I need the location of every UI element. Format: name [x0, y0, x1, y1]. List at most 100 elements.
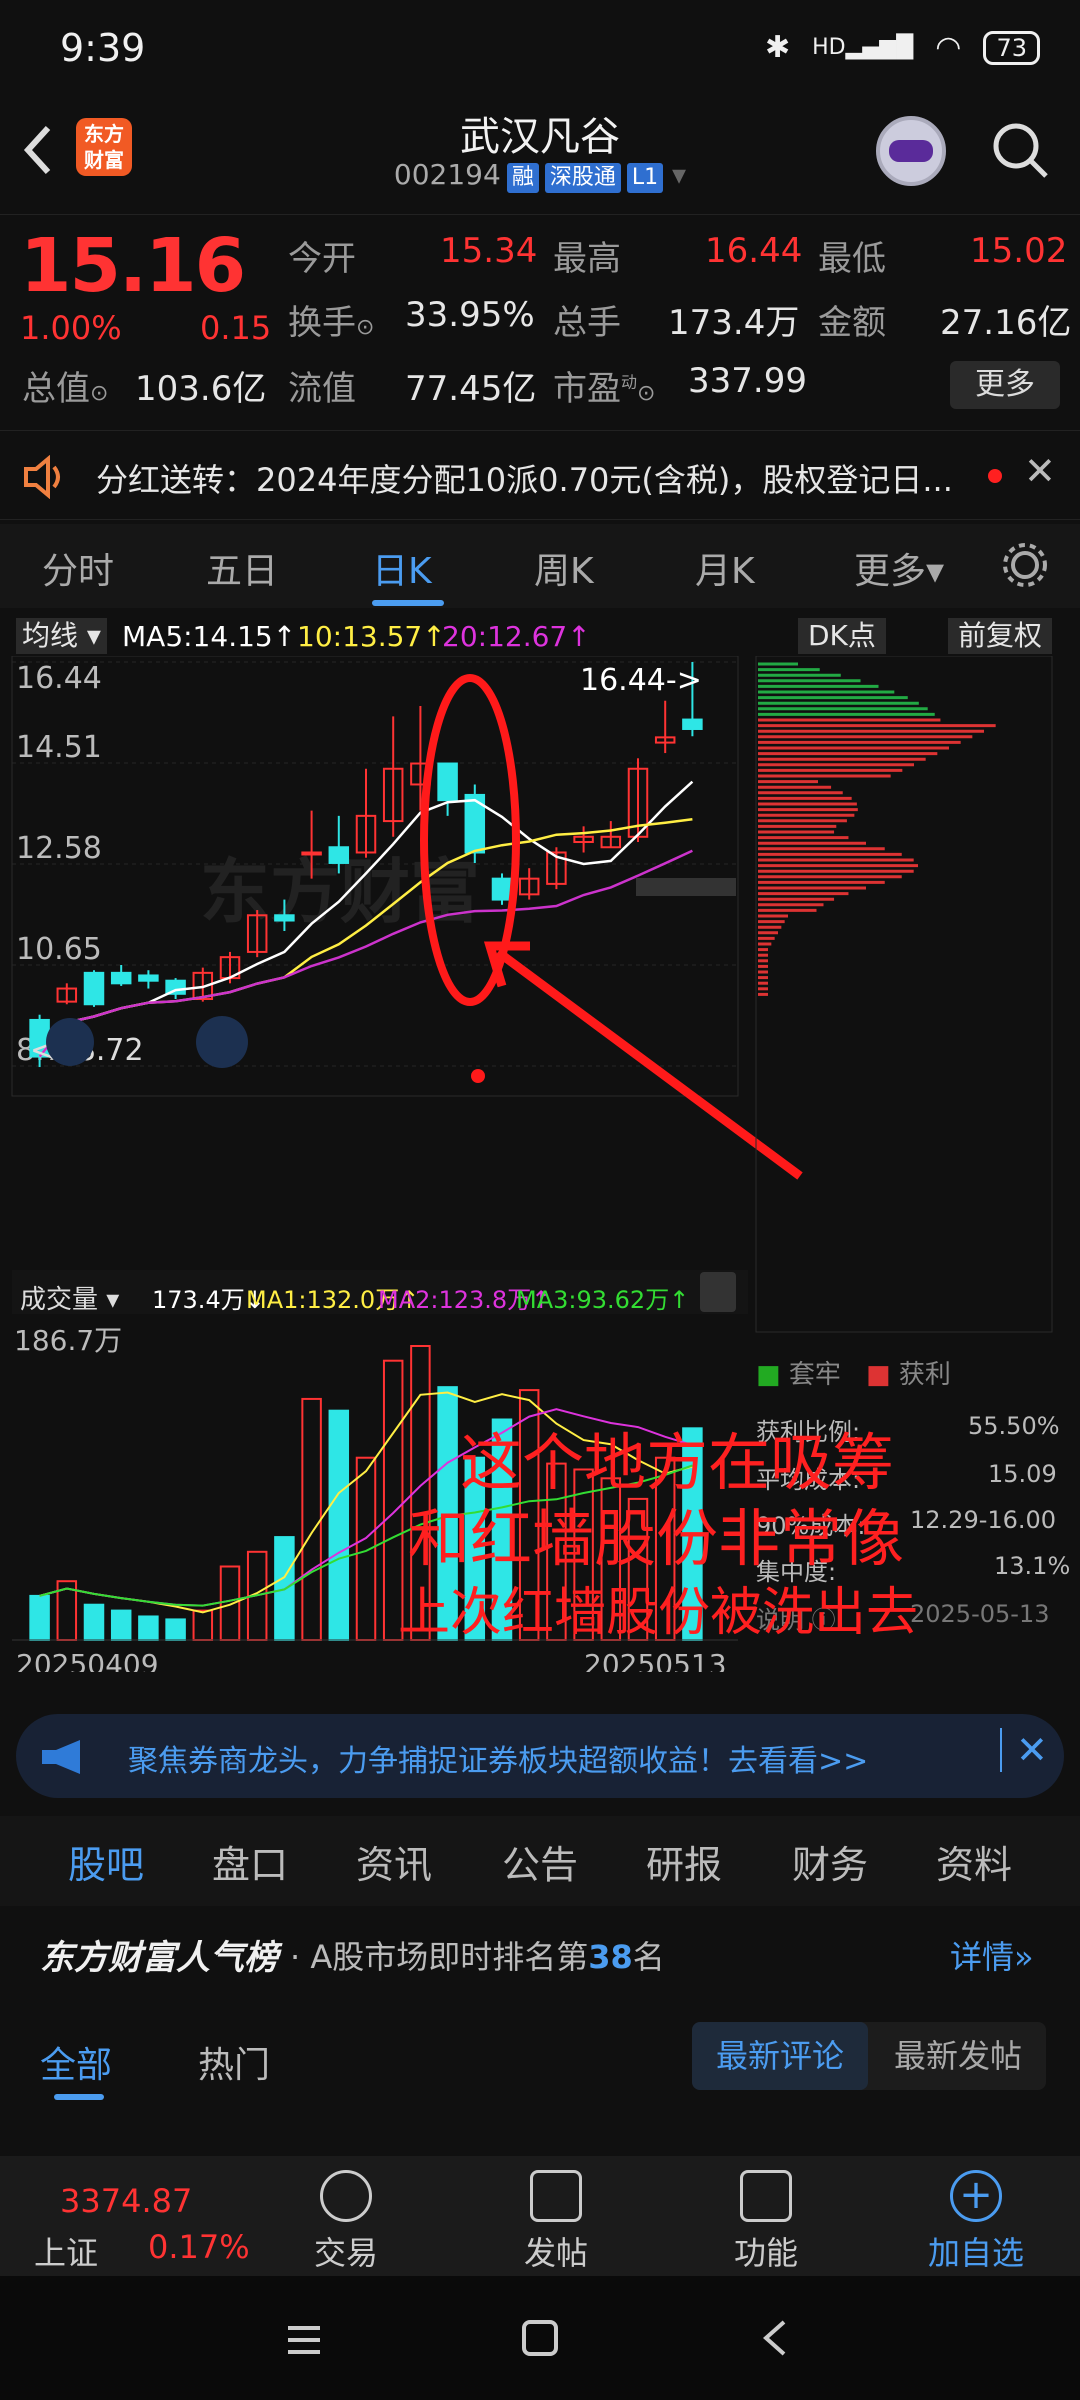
settings-gear-icon[interactable] [1000, 540, 1050, 590]
y-tick-label: 12.58 [16, 831, 102, 866]
ma10-label: 10:13.57↑ [297, 620, 446, 653]
post-filter-tabs: 全部 热门 最新评论 最新发帖 [0, 2002, 1080, 2112]
assistant-robot-icon[interactable] [876, 116, 946, 186]
volume-bar [219, 1565, 241, 1641]
volume-bar [165, 1618, 186, 1641]
collapse-button[interactable] [46, 1018, 94, 1066]
popularity-rank[interactable]: 东方财富人气榜 · A股市场即时排名第38名 详情» [0, 1910, 1080, 2000]
rank-brand: 东方财富人气榜 [40, 1938, 278, 1978]
open-value: 15.34 [440, 231, 538, 271]
adjust-button[interactable]: 前复权 [948, 618, 1053, 654]
low-value: 15.02 [970, 231, 1068, 271]
status-icons: ✱ HD▂▄▆█ ◠ 73 [765, 30, 1040, 65]
tab-monthly-k[interactable]: 月K [695, 542, 755, 594]
close-promo-button[interactable]: ✕ [1000, 1728, 1048, 1772]
y-tick-label: 10.65 [16, 932, 102, 967]
all-indicator [54, 2094, 104, 2100]
search-button[interactable] [990, 120, 1050, 180]
volume-bar [355, 1456, 377, 1641]
tab-all[interactable]: 全部 [40, 2036, 112, 2088]
last-price: 15.16 [20, 223, 246, 309]
stock-code: 002194 [393, 158, 501, 191]
ma5-label: MA5:14.15↑ [122, 620, 297, 653]
volume-bar [192, 1609, 214, 1641]
dropdown-icon: ▾ [672, 158, 687, 191]
back-nav-icon[interactable] [756, 2318, 796, 2358]
chip-date: 2025-05-13 [910, 1600, 1050, 1628]
latest-post-button[interactable]: 最新发帖 [870, 2022, 1046, 2090]
tab-research[interactable]: 研报 [646, 1834, 722, 1889]
promo-banner[interactable]: 聚焦券商龙头，力争捕捉证券板块超额收益！去看看>> ✕ [16, 1714, 1064, 1798]
tab-intraday[interactable]: 分时 [42, 542, 114, 594]
signal-icon: HD▂▄▆█ [812, 35, 914, 60]
nav-post[interactable]: 发帖 [496, 2170, 616, 2274]
chip-legend-profit: ■ 获利 [866, 1360, 951, 1390]
turnover-label: 换手⊙ [288, 303, 375, 343]
mktcap-value: 103.6亿 [135, 369, 267, 409]
volume-bar [138, 1615, 159, 1641]
tab-pankou[interactable]: 盘口 [212, 1834, 288, 1889]
volume-ma3: MA3:93.62万↑ [516, 1286, 689, 1314]
high-value: 16.44 [705, 231, 803, 271]
chip-conc-value: 13.1% [994, 1552, 1071, 1580]
ma-selector[interactable]: 均线 ▾ [16, 618, 107, 654]
tab-announcements[interactable]: 公告 [502, 1834, 578, 1889]
status-time: 9:39 [60, 26, 146, 70]
close-icon: ✕ [1024, 449, 1056, 493]
volume-bar [301, 1397, 322, 1641]
megaphone-icon [42, 1740, 80, 1774]
volume-value: 173.4万 [668, 303, 800, 343]
float-value: 77.45亿 [405, 369, 537, 409]
notice-text: 分红送转：2024年度分配10派0.70元(含税)，股权登记日... [96, 461, 953, 499]
tab-five-day[interactable]: 五日 [206, 542, 278, 594]
latest-comment-button[interactable]: 最新评论 [692, 2022, 868, 2090]
current-price-band [636, 878, 736, 896]
chart-period-tabs: 分时 五日 日K 周K 月K 更多▾ [0, 524, 1080, 608]
high-label: 最高 [553, 239, 621, 279]
tab-guba[interactable]: 股吧 [68, 1834, 144, 1889]
tab-finance[interactable]: 财务 [792, 1834, 868, 1889]
rank-text: · A股市场即时排名第38名 [290, 1938, 665, 1976]
fullscreen-button[interactable] [196, 1016, 248, 1068]
battery-icon: 73 [983, 30, 1040, 65]
dk-point-button[interactable]: DK点 [798, 618, 886, 654]
volume-max-label: 186.7万 [14, 1324, 122, 1357]
index-pct: 0.17% [148, 2228, 250, 2266]
candle-body [110, 971, 132, 985]
nav-functions[interactable]: 功能 [706, 2170, 826, 2274]
open-label: 今开 [288, 239, 356, 279]
index-name: 上证 [34, 2234, 99, 2272]
annotation-line2: 和红墙股份非常像 [408, 1502, 905, 1575]
quote-panel: 15.16 1.00% 0.15 今开 15.34 最高 16.44 最低 15… [0, 214, 1080, 419]
candle-body [138, 974, 159, 982]
system-navigation-bar [0, 2276, 1080, 2400]
tab-weekly-k[interactable]: 周K [534, 542, 594, 594]
tab-hot[interactable]: 热门 [198, 2036, 270, 2088]
close-notice-button[interactable]: ✕ [1024, 449, 1056, 493]
change-pct: 1.00% [20, 309, 122, 347]
tab-daily-k[interactable]: 日K [372, 542, 432, 594]
volume-bar [83, 1603, 105, 1641]
volume-expand-button[interactable] [700, 1272, 736, 1312]
rank-detail-link[interactable]: 详情» [950, 1932, 1034, 1978]
tab-more[interactable]: 更多▾ [854, 542, 944, 594]
volume-label: 总手 [553, 303, 621, 343]
chip-panel-frame [755, 656, 1053, 1333]
amount-value: 27.16亿 [940, 303, 1072, 343]
bluetooth-icon: ✱ [764, 30, 791, 65]
close-icon: ✕ [1016, 1728, 1048, 1772]
volume-bar [110, 1609, 132, 1641]
volume-selector[interactable]: 成交量 ▾ [20, 1285, 119, 1315]
home-icon[interactable] [520, 2318, 560, 2358]
tab-news[interactable]: 资讯 [356, 1834, 432, 1889]
search-icon [993, 123, 1048, 178]
chip-avg-value: 15.09 [988, 1460, 1057, 1488]
nav-trade[interactable]: 交易 [286, 2170, 406, 2274]
nav-add-watch[interactable]: + 加自选 [916, 2170, 1036, 2274]
tab-profile[interactable]: 资料 [936, 1834, 1012, 1889]
volume-bar [29, 1594, 50, 1642]
dividend-notice[interactable]: 分红送转：2024年度分配10派0.70元(含税)，股权登记日... ✕ [0, 430, 1080, 520]
edit-icon [530, 2170, 582, 2222]
menu-icon[interactable] [284, 2320, 324, 2360]
more-button[interactable]: 更多 [950, 361, 1060, 409]
